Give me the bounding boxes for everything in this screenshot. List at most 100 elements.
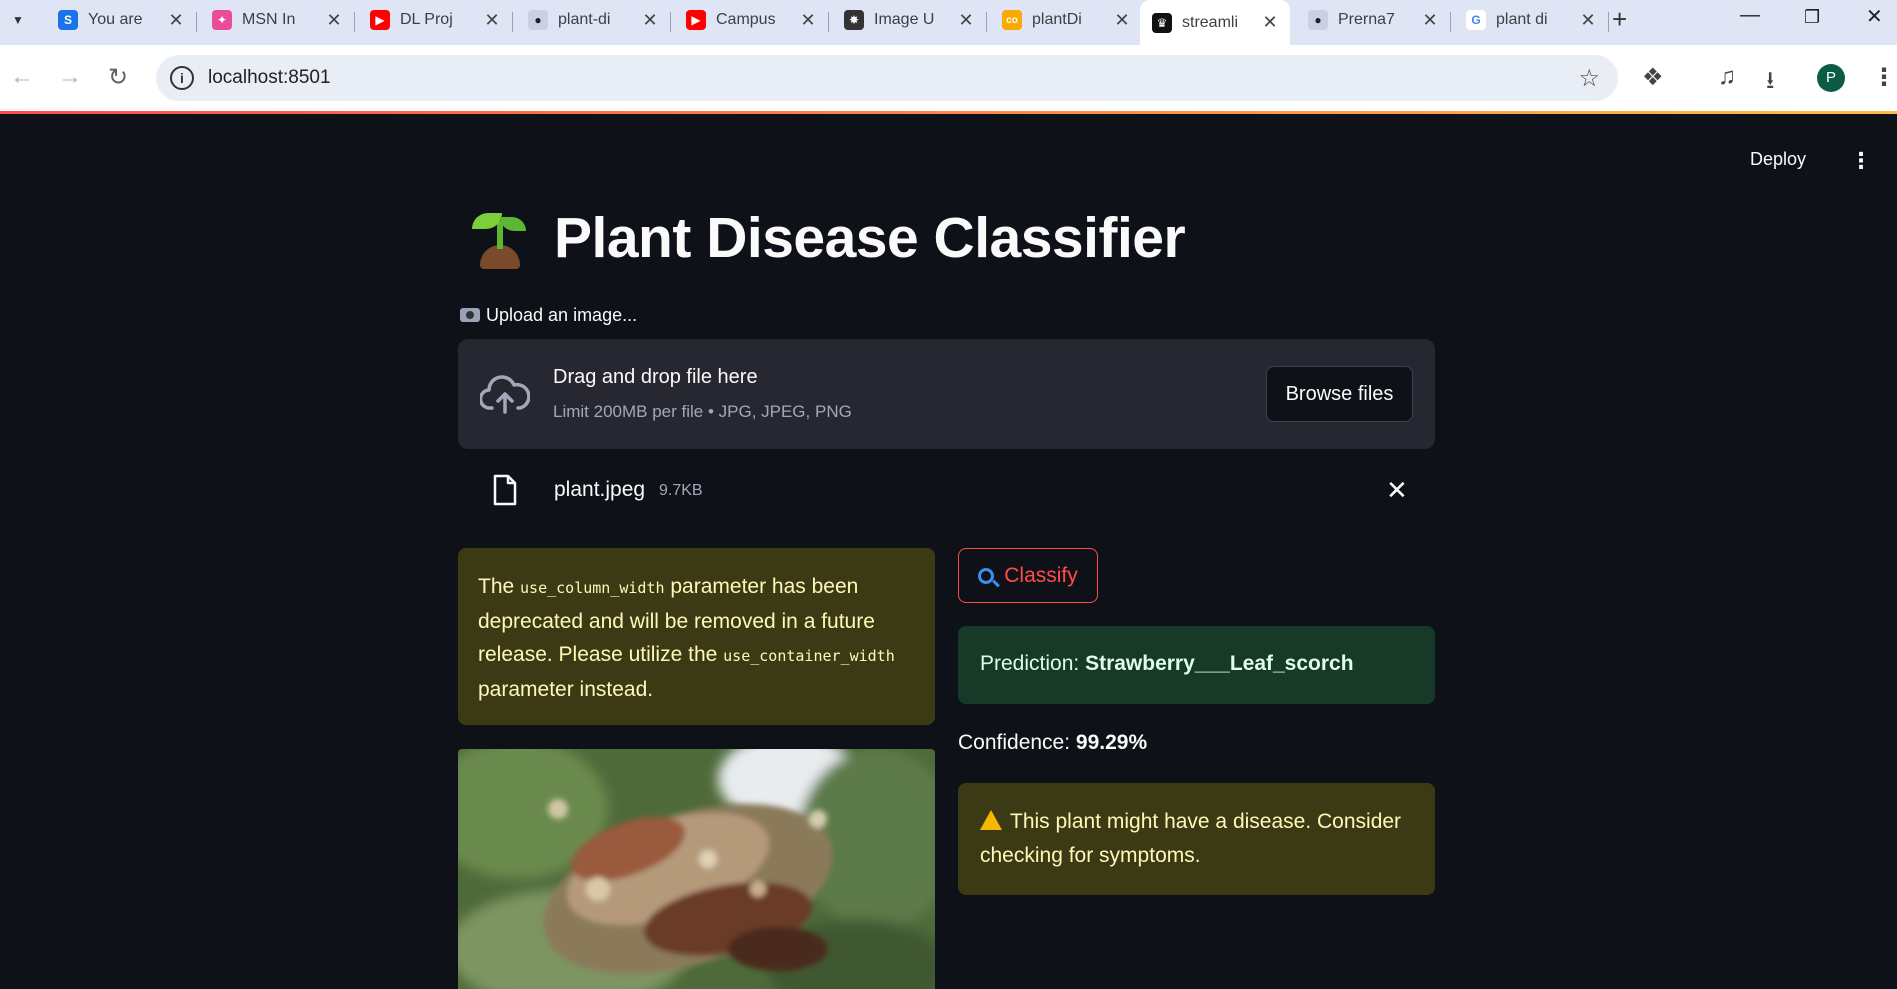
magnifier-icon <box>978 567 995 584</box>
reload-icon[interactable]: ↻ <box>108 63 128 92</box>
remove-file-close-icon[interactable]: ✕ <box>1386 475 1408 506</box>
seedling-icon <box>466 205 532 271</box>
tab-separator <box>196 12 197 32</box>
file-dropzone[interactable]: Drag and drop file here Limit 200MB per … <box>458 339 1435 449</box>
tab-label: DL Proj <box>400 11 453 28</box>
tab-separator <box>512 12 513 32</box>
tab-favicon-icon: S <box>58 10 78 30</box>
tab-favicon-icon: ▶ <box>686 10 706 30</box>
browser-tab[interactable]: ▶ DL Proj ✕ <box>358 2 512 38</box>
tab-label: plantDi <box>1032 11 1082 28</box>
uploaded-file-name: plant.jpeg <box>554 478 646 501</box>
tab-separator <box>1608 12 1609 32</box>
browser-tab-active[interactable]: ♛ streamli ✕ <box>1140 0 1290 45</box>
browse-files-button[interactable]: Browse files <box>1266 366 1413 422</box>
tab-favicon-icon: ✸ <box>844 10 864 30</box>
restore-window-icon[interactable]: ❐ <box>1804 7 1820 28</box>
tab-label: You are <box>88 11 143 28</box>
confidence-value: 99.29% <box>1075 731 1148 754</box>
tab-label: MSN In <box>242 11 296 28</box>
warning-text: The <box>478 575 521 598</box>
tab-search-chevron-icon[interactable]: ▼ <box>6 8 30 32</box>
tab-label: streamli <box>1182 13 1239 31</box>
tab-label: plant di <box>1496 11 1548 28</box>
confidence-text: Confidence: 99.29% <box>958 731 1147 755</box>
warning-code: use_container_width <box>723 647 895 665</box>
browser-tab[interactable]: co plantDi ✕ <box>990 2 1142 38</box>
tab-close-icon[interactable]: ✕ <box>798 10 818 31</box>
profile-avatar[interactable]: P <box>1817 64 1845 92</box>
tab-favicon-icon: ● <box>528 10 548 30</box>
back-arrow-icon[interactable]: ← <box>10 63 34 91</box>
browser-tab[interactable]: ✦ MSN In ✕ <box>200 2 354 38</box>
uploaded-plant-image <box>458 749 935 989</box>
extensions-puzzle-icon[interactable]: ❖ <box>1642 63 1664 92</box>
page-title: Plant Disease Classifier <box>554 206 1186 270</box>
browser-tabstrip: ▼ S You are ✕ ✦ MSN In ✕ ▶ DL Proj ✕ ● p… <box>0 0 1897 45</box>
tab-close-icon[interactable]: ✕ <box>166 10 186 31</box>
warning-text: parameter instead. <box>478 678 654 701</box>
browser-tab[interactable]: S You are ✕ <box>46 2 196 38</box>
tab-close-icon[interactable]: ✕ <box>1260 12 1280 33</box>
tab-favicon-icon: co <box>1002 10 1022 30</box>
camera-icon <box>460 308 480 322</box>
browser-tab[interactable]: ▶ Campus ✕ <box>674 2 828 38</box>
minimize-icon[interactable]: — <box>1740 4 1760 27</box>
browser-toolbar: ← → ↻ i localhost:8501 ☆ ❖ ♫ ⭳ P ⋮ <box>0 45 1897 111</box>
streamlit-decoration-bar <box>0 111 1897 114</box>
warning-triangle-icon <box>980 810 1002 830</box>
dropzone-subtitle: Limit 200MB per file • JPG, JPEG, PNG <box>553 402 852 421</box>
disease-warning-alert: This plant might have a disease. Conside… <box>958 783 1435 895</box>
media-controls-icon[interactable]: ♫ <box>1718 63 1736 91</box>
tab-close-icon[interactable]: ✕ <box>956 10 976 31</box>
browser-menu-kebab-icon[interactable]: ⋮ <box>1872 63 1896 92</box>
dropzone-title: Drag and drop file here <box>553 366 758 388</box>
new-tab-plus-icon[interactable]: + <box>1612 4 1627 35</box>
tab-label: plant-di <box>558 11 611 28</box>
upload-label-row: Upload an image... <box>460 305 637 326</box>
prediction-value: Strawberry___Leaf_scorch <box>1085 652 1354 675</box>
download-icon[interactable]: ⭳ <box>1766 63 1774 104</box>
site-info-icon[interactable]: i <box>170 66 194 90</box>
classify-button[interactable]: Classify <box>958 548 1098 603</box>
deprecation-warning-alert: The use_column_width parameter has been … <box>458 548 935 725</box>
disease-warning-text: This plant might have a disease. Conside… <box>980 810 1402 867</box>
tab-favicon-icon: ▶ <box>370 10 390 30</box>
bookmark-star-icon[interactable]: ☆ <box>1578 64 1600 93</box>
close-window-icon[interactable]: ✕ <box>1866 4 1883 29</box>
tab-close-icon[interactable]: ✕ <box>482 10 502 31</box>
address-bar-url[interactable]: localhost:8501 <box>208 67 331 89</box>
tab-separator <box>986 12 987 32</box>
tab-close-icon[interactable]: ✕ <box>1420 10 1440 31</box>
browser-tab[interactable]: ● Prerna7 ✕ <box>1296 2 1450 38</box>
tab-separator <box>828 12 829 32</box>
tab-separator <box>670 12 671 32</box>
confidence-label: Confidence: <box>958 731 1076 754</box>
page-header: Plant Disease Classifier <box>466 205 1186 271</box>
tab-favicon-icon: G <box>1466 10 1486 30</box>
warning-code: use_column_width <box>520 579 665 597</box>
tab-label: Prerna7 <box>1338 11 1395 28</box>
prediction-label: Prediction: <box>980 652 1086 675</box>
tab-separator <box>354 12 355 32</box>
tab-separator <box>1450 12 1451 32</box>
tab-close-icon[interactable]: ✕ <box>324 10 344 31</box>
tab-close-icon[interactable]: ✕ <box>640 10 660 31</box>
tab-close-icon[interactable]: ✕ <box>1578 10 1598 31</box>
classify-label: Classify <box>1004 563 1078 587</box>
browser-tab[interactable]: G plant di ✕ <box>1454 2 1608 38</box>
prediction-success-alert: Prediction: Strawberry___Leaf_scorch <box>958 626 1435 704</box>
address-bar[interactable]: i localhost:8501 ☆ <box>156 55 1618 101</box>
browser-tab[interactable]: ✸ Image U ✕ <box>832 2 986 38</box>
tab-label: Campus <box>716 11 776 28</box>
tab-favicon-icon: ✦ <box>212 10 232 30</box>
deploy-button[interactable]: Deploy <box>1750 149 1806 170</box>
tab-favicon-icon: ♛ <box>1152 12 1172 33</box>
upload-label: Upload an image... <box>486 305 638 325</box>
forward-arrow-icon[interactable]: → <box>58 63 82 91</box>
tab-close-icon[interactable]: ✕ <box>1112 10 1132 31</box>
app-menu-kebab-icon[interactable]: ⋮ <box>1850 148 1872 174</box>
browser-tab[interactable]: ● plant-di ✕ <box>516 2 670 38</box>
file-icon <box>493 474 517 506</box>
uploaded-file-size: 9.7KB <box>659 482 703 499</box>
